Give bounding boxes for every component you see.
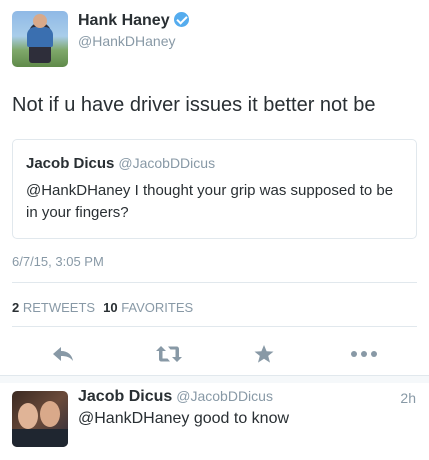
reply-author-handle[interactable]: @JacobDDicus bbox=[176, 388, 273, 404]
section-divider bbox=[0, 375, 429, 383]
tweet-timestamp[interactable]: 6/7/15, 3:05 PM bbox=[12, 254, 104, 269]
quoted-author-name: Jacob Dicus bbox=[26, 155, 115, 172]
reply-author-avatar[interactable] bbox=[12, 391, 68, 447]
quoted-tweet-text: @HankDHaney I thought your grip was supp… bbox=[26, 182, 394, 221]
quoted-author-handle: @JacobDDicus bbox=[118, 155, 216, 171]
reply-tweet[interactable]: Jacob Dicus @JacobDDicus 2h @HankDHaney g… bbox=[0, 383, 429, 460]
retweet-icon bbox=[156, 346, 182, 362]
quoted-author: Jacob Dicus @JacobDDicus bbox=[26, 155, 215, 172]
reply-author-name[interactable]: Jacob Dicus bbox=[78, 388, 172, 405]
retweets-label: RETWEETS bbox=[22, 300, 96, 315]
author-name[interactable]: Hank Haney bbox=[78, 12, 189, 30]
divider bbox=[12, 326, 417, 327]
favorites-label: FAVORITES bbox=[121, 300, 194, 315]
reply-button[interactable] bbox=[47, 340, 79, 368]
author-name-text[interactable]: Hank Haney bbox=[78, 12, 170, 29]
divider bbox=[12, 282, 417, 283]
more-button[interactable] bbox=[348, 340, 380, 368]
verified-badge-icon bbox=[173, 12, 189, 27]
author-avatar[interactable] bbox=[12, 11, 68, 67]
retweets-stat[interactable]: 2 RETWEETS bbox=[12, 300, 95, 315]
favorites-stat[interactable]: 10 FAVORITES bbox=[103, 300, 193, 315]
author-handle[interactable]: @HankDHaney bbox=[78, 33, 175, 49]
reply-author[interactable]: Jacob Dicus @JacobDDicus bbox=[78, 388, 273, 406]
favorite-button[interactable] bbox=[248, 340, 280, 368]
retweet-button[interactable] bbox=[153, 340, 185, 368]
favorite-icon bbox=[254, 345, 274, 363]
quoted-tweet[interactable]: Jacob Dicus @JacobDDicus @HankDHaney I th… bbox=[12, 139, 417, 239]
more-icon bbox=[351, 351, 377, 357]
tweet-stats: 2 RETWEETS 10 FAVORITES bbox=[12, 300, 193, 315]
reply-text: @HankDHaney good to know bbox=[78, 410, 290, 427]
tweet-actions bbox=[0, 340, 429, 370]
tweet-text: Not if u have driver issues it better no… bbox=[12, 94, 376, 116]
reply-time: 2h bbox=[400, 390, 416, 406]
favorites-count: 10 bbox=[103, 300, 118, 315]
tweet-header: Hank Haney @HankDHaney bbox=[12, 11, 417, 69]
reply-icon bbox=[53, 347, 73, 361]
retweets-count: 2 bbox=[12, 300, 20, 315]
